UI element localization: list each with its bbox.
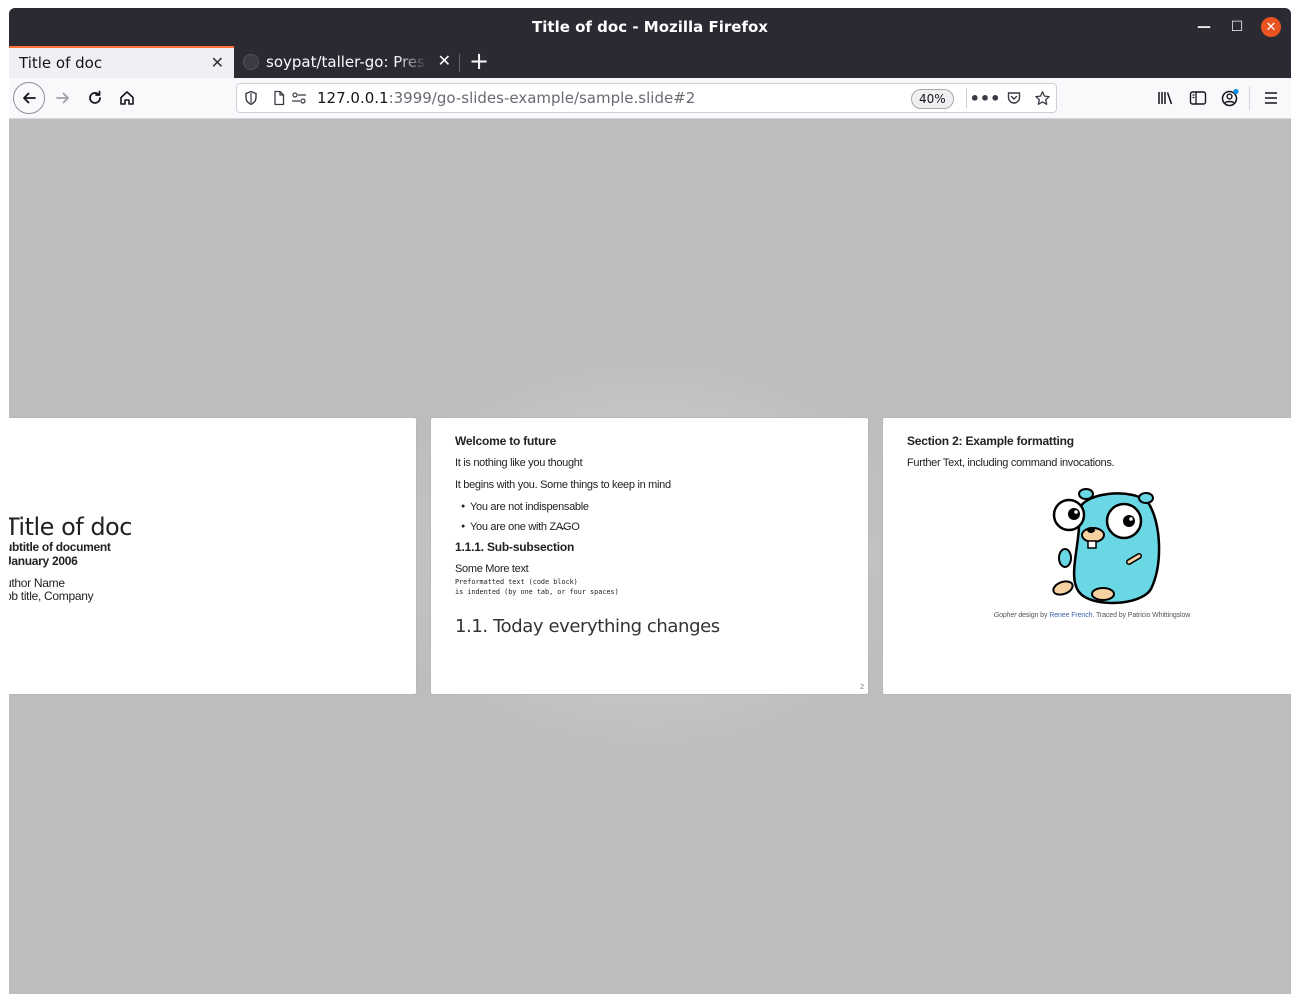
slide-job: ob title, Company xyxy=(9,589,94,603)
code-block: Preformatted text (code block) is indente… xyxy=(455,578,619,596)
shield-icon[interactable] xyxy=(242,89,260,107)
reload-icon[interactable] xyxy=(81,84,109,112)
tab-bar: Title of doc ✕ soypat/taller-go: Present… xyxy=(9,46,1291,78)
zoom-level-button[interactable]: 40% xyxy=(911,89,954,109)
page-content: Title of doc ubtitle of document January… xyxy=(9,119,1291,994)
list-item: You are not indispensable xyxy=(461,501,589,513)
close-window-icon[interactable]: ✕ xyxy=(1261,17,1281,37)
tab-taller-go[interactable]: soypat/taller-go: Presentations ✕ xyxy=(237,46,459,78)
browser-window: Title of doc - Mozilla Firefox — ☐ ✕ Tit… xyxy=(9,8,1291,994)
back-icon[interactable] xyxy=(13,82,45,114)
home-icon[interactable] xyxy=(113,84,141,112)
library-icon[interactable] xyxy=(1152,84,1180,112)
image-caption: Gopher design by Renee French. Traced by… xyxy=(993,612,1191,619)
slide-paragraph: It is nothing like you thought xyxy=(455,457,583,469)
slide-author: uthor Name xyxy=(9,576,65,590)
maximize-icon[interactable]: ☐ xyxy=(1227,17,1247,37)
sidebar-icon[interactable] xyxy=(1184,84,1212,112)
slide-next[interactable]: Section 2: Example formatting Further Te… xyxy=(882,417,1291,695)
navigation-toolbar: 127.0.0.1:3999/go-slides-example/sample.… xyxy=(9,78,1291,119)
more-icon[interactable]: ••• xyxy=(970,89,1001,108)
slide-heading: Section 2: Example formatting xyxy=(907,434,1074,448)
slide-paragraph: Further Text, including command invocati… xyxy=(907,457,1115,469)
tab-title-of-doc[interactable]: Title of doc ✕ xyxy=(9,46,234,78)
window-title: Title of doc - Mozilla Firefox xyxy=(532,18,768,36)
slide-section-heading: 1.1. Today everything changes xyxy=(455,616,720,637)
menu-icon[interactable] xyxy=(1257,84,1285,112)
tab-label: Title of doc xyxy=(19,54,103,72)
titlebar: Title of doc - Mozilla Firefox — ☐ ✕ xyxy=(9,8,1291,46)
toolbar-separator xyxy=(1249,86,1250,110)
close-tab-icon[interactable]: ✕ xyxy=(211,53,224,72)
permissions-icon[interactable] xyxy=(290,89,308,107)
slide-heading: Welcome to future xyxy=(455,434,557,448)
url-bar[interactable]: 127.0.0.1:3999/go-slides-example/sample.… xyxy=(236,83,1057,113)
slide-date: January 2006 xyxy=(9,554,78,568)
pocket-icon[interactable] xyxy=(1005,89,1023,107)
page-icon[interactable] xyxy=(270,89,288,107)
slide-subsection: 1.1.1. Sub-subsection xyxy=(455,540,575,554)
minimize-icon[interactable]: — xyxy=(1194,17,1214,37)
github-icon xyxy=(243,54,259,70)
close-tab-icon[interactable]: ✕ xyxy=(438,51,451,70)
slide-current[interactable]: Welcome to future It is nothing like you… xyxy=(430,417,869,695)
slide-paragraph: Some More text xyxy=(455,563,529,575)
tab-separator xyxy=(459,54,460,72)
forward-icon[interactable] xyxy=(49,84,77,112)
slide-title-heading: Title of doc xyxy=(9,513,132,541)
new-tab-button[interactable]: + xyxy=(465,48,493,76)
gopher-image xyxy=(1052,488,1161,605)
slide-subtitle: ubtitle of document xyxy=(9,540,111,554)
slide-title[interactable]: Title of doc ubtitle of document January… xyxy=(9,417,417,695)
account-icon[interactable] xyxy=(1216,84,1244,112)
page-number: 2 xyxy=(860,684,864,691)
slide-paragraph: It begins with you. Some things to keep … xyxy=(455,479,671,491)
url-text[interactable]: 127.0.0.1:3999/go-slides-example/sample.… xyxy=(317,89,695,107)
urlbar-separator xyxy=(966,88,967,108)
caption-link[interactable]: Renee French xyxy=(1049,612,1092,619)
list-item: You are one with ZA̶GO xyxy=(461,521,580,533)
tab-label: soypat/taller-go: Presentations xyxy=(266,53,428,71)
star-icon[interactable] xyxy=(1033,89,1051,107)
